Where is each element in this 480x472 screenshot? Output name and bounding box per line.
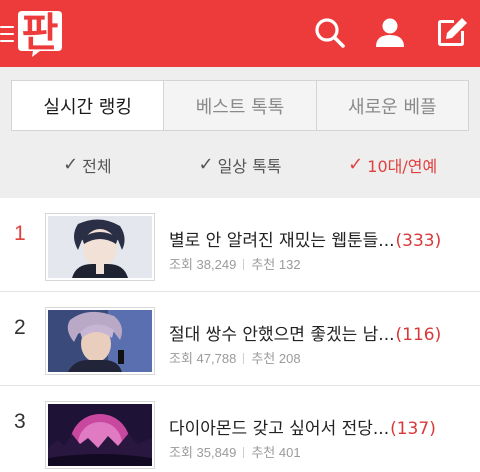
views-label: 조회 (169, 445, 193, 460)
post-row[interactable]: 1 별로 안 알려진 재밌는 웹툰들...(333) 조회 38,249 추천 1… (0, 198, 480, 292)
views-count: 47,788 (196, 351, 237, 366)
category-filters: ✓ 전체 ✓ 일상 톡톡 ✓ 10대/연예 (11, 131, 469, 198)
post-title-line[interactable]: 별로 안 알려진 재밌는 웹툰들...(333) (169, 226, 474, 251)
post-rank: 3 (14, 410, 26, 433)
views-label: 조회 (169, 351, 193, 366)
post-thumbnail[interactable] (45, 213, 155, 281)
recommend-count: 401 (278, 445, 301, 460)
comment-count: (137) (390, 419, 436, 439)
filter-label: 전체 (82, 156, 112, 176)
filter-label: 10대/연예 (367, 156, 438, 176)
comment-count: (116) (395, 325, 442, 345)
post-title-line[interactable]: 다이아몬드 갖고 싶어서 전당...(137) (169, 414, 474, 439)
views-count: 38,249 (196, 257, 237, 272)
top-bar: 판 (0, 0, 480, 67)
views-count: 35,849 (196, 445, 237, 460)
filter-teens-entertainment[interactable]: ✓ 10대/연예 (316, 153, 469, 177)
post-row[interactable]: 3 다이아몬드 갖고 싶어서 전당...(137) 조회 35,849 추천 40… (0, 386, 480, 472)
recommend-label: 추천 (251, 445, 276, 460)
check-icon: ✓ (63, 154, 79, 175)
filter-all[interactable]: ✓ 전체 (11, 153, 164, 177)
comment-count: (333) (395, 231, 442, 251)
recommend-label: 추천 (251, 351, 276, 366)
post-row[interactable]: 2 절대 쌍수 안했으면 좋겠는 남...(116) 조회 47,788 추천 2… (0, 292, 480, 386)
logo[interactable]: 판 (14, 7, 66, 59)
post-thumbnail[interactable] (45, 401, 155, 469)
post-list: 1 별로 안 알려진 재밌는 웹툰들...(333) 조회 38,249 추천 1… (0, 198, 480, 472)
tab-realtime-ranking[interactable]: 실시간 랭킹 (12, 81, 164, 130)
post-rank: 1 (14, 222, 26, 245)
divider (243, 353, 245, 364)
menu-icon[interactable] (0, 24, 14, 44)
recommend-label: 추천 (251, 257, 276, 272)
post-thumbnail[interactable] (45, 307, 155, 375)
recommend-count: 132 (278, 257, 301, 272)
filter-daily-toktok[interactable]: ✓ 일상 톡톡 (164, 153, 317, 177)
filter-label: 일상 톡톡 (217, 156, 282, 176)
write-icon[interactable] (432, 14, 470, 52)
post-rank: 2 (14, 316, 26, 339)
search-icon[interactable] (311, 14, 349, 52)
tab-best-toktok[interactable]: 베스트 톡톡 (163, 81, 315, 130)
check-icon: ✓ (348, 154, 364, 175)
post-title-line[interactable]: 절대 쌍수 안했으면 좋겠는 남...(116) (169, 320, 474, 345)
post-meta: 조회 35,849 추천 401 (169, 442, 301, 461)
post-meta: 조회 38,249 추천 132 (169, 254, 301, 273)
ranking-tabs: 실시간 랭킹 베스트 톡톡 새로운 베플 (11, 80, 469, 131)
post-meta: 조회 47,788 추천 208 (169, 348, 301, 367)
logo-text: 판 (21, 10, 59, 56)
tab-new-bepl[interactable]: 새로운 베플 (315, 81, 468, 130)
post-title: 다이아몬드 갖고 싶어서 전당... (169, 419, 390, 439)
divider (243, 447, 245, 458)
views-label: 조회 (169, 257, 193, 272)
user-icon[interactable] (371, 14, 409, 52)
post-title: 절대 쌍수 안했으면 좋겠는 남... (169, 325, 395, 345)
divider (243, 259, 245, 270)
recommend-count: 208 (278, 351, 301, 366)
tab-area: 실시간 랭킹 베스트 톡톡 새로운 베플 ✓ 전체 ✓ 일상 톡톡 ✓ 10대/… (0, 67, 480, 198)
post-title: 별로 안 알려진 재밌는 웹툰들... (169, 231, 395, 251)
check-icon: ✓ (198, 154, 214, 175)
